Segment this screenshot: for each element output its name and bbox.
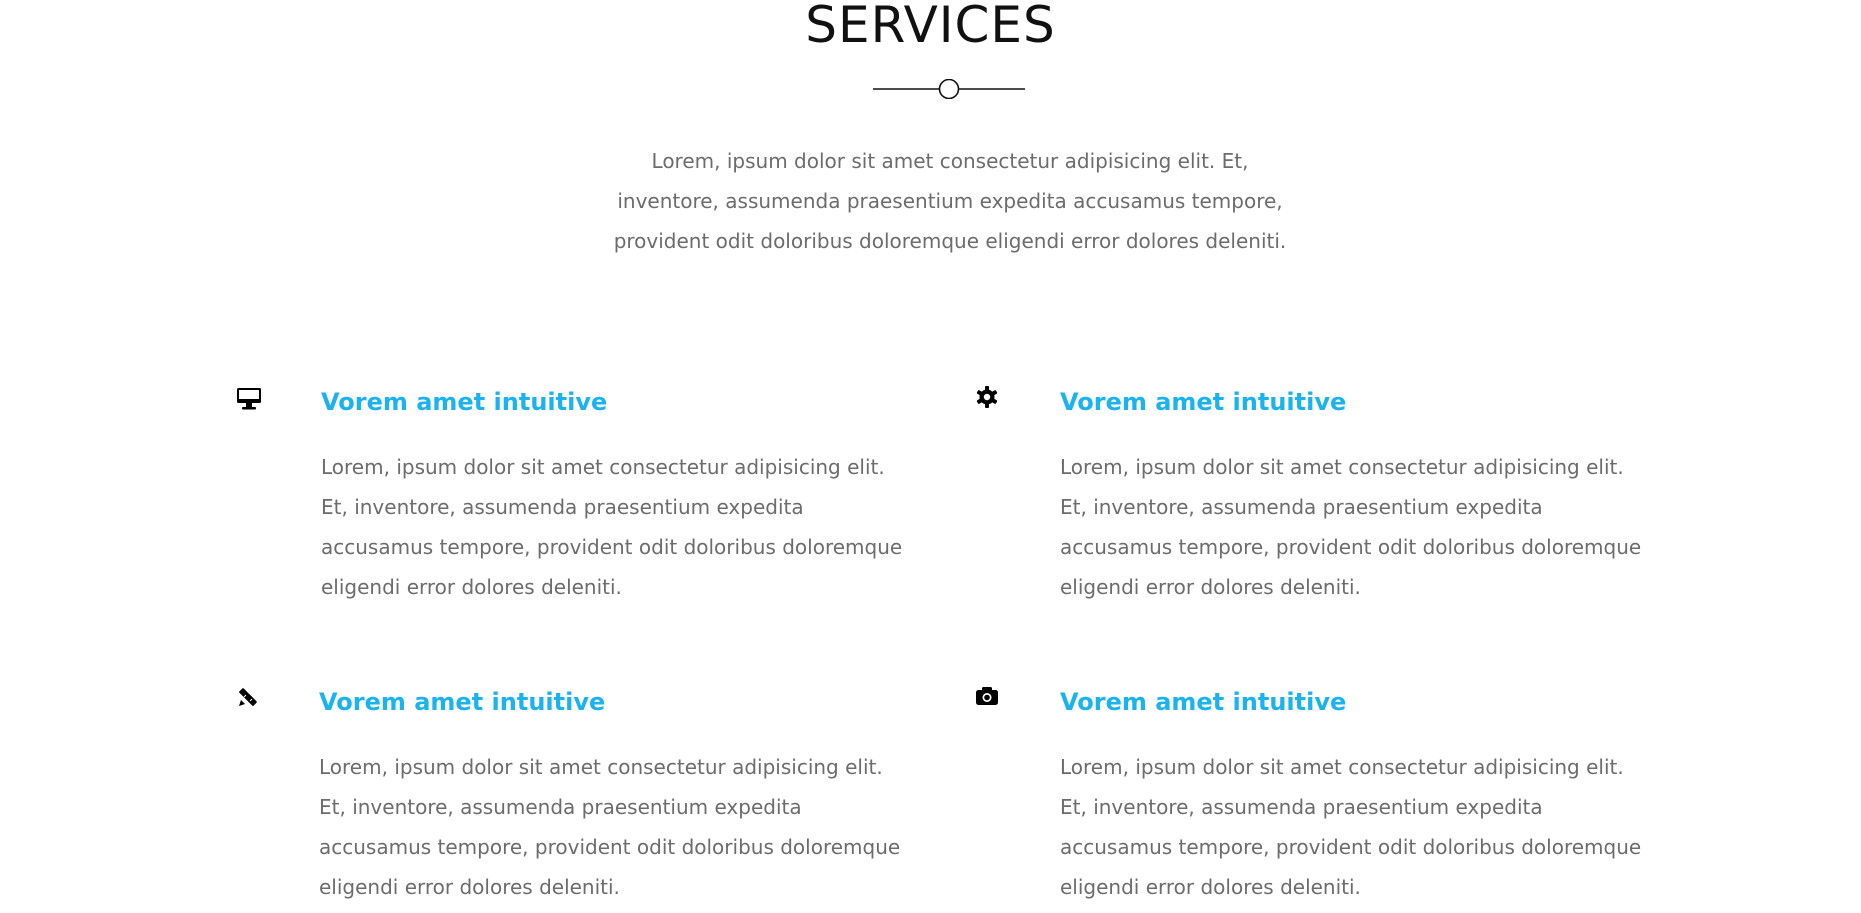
service-item: Vorem amet intuitive Lorem, ipsum dolor … bbox=[975, 685, 1641, 913]
title-divider bbox=[873, 78, 1025, 100]
service-title: Vorem amet intuitive bbox=[1060, 388, 1347, 416]
service-item: Vorem amet intuitive Lorem, ipsum dolor … bbox=[236, 385, 902, 645]
section-title: SERVICES bbox=[805, 0, 1056, 54]
service-description: Lorem, ipsum dolor sit amet consectetur … bbox=[319, 755, 901, 899]
gear-icon bbox=[975, 385, 1001, 411]
service-title: Vorem amet intuitive bbox=[321, 388, 608, 416]
camera-icon bbox=[975, 685, 1001, 711]
service-description: Lorem, ipsum dolor sit amet consectetur … bbox=[321, 455, 903, 599]
service-title: Vorem amet intuitive bbox=[1060, 688, 1347, 716]
section-intro: Lorem, ipsum dolor sit amet consectetur … bbox=[613, 149, 1287, 253]
service-title: Vorem amet intuitive bbox=[319, 688, 606, 716]
pencil-ruler-icon bbox=[236, 685, 262, 711]
desktop-icon bbox=[236, 387, 262, 413]
service-description: Lorem, ipsum dolor sit amet consectetur … bbox=[1060, 455, 1642, 599]
service-description: Lorem, ipsum dolor sit amet consectetur … bbox=[1060, 755, 1642, 899]
service-item: Vorem amet intuitive Lorem, ipsum dolor … bbox=[236, 685, 900, 913]
service-item: Vorem amet intuitive Lorem, ipsum dolor … bbox=[975, 385, 1641, 645]
